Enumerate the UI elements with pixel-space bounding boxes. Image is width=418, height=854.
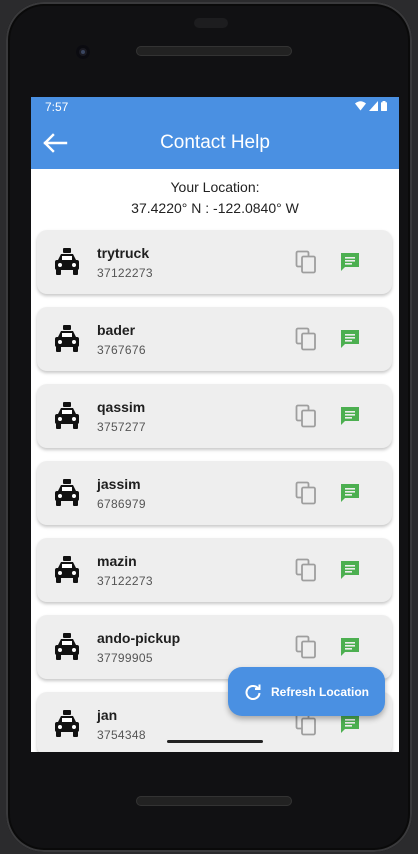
app-bar: Contact Help bbox=[31, 117, 399, 169]
location-panel: Your Location: 37.4220° N : -122.0840° W bbox=[31, 177, 399, 219]
contact-name: bader bbox=[97, 322, 136, 338]
contact-card[interactable]: mazin 37122273 bbox=[37, 538, 392, 602]
contact-phone: 37122273 bbox=[97, 574, 153, 588]
contact-name: ando-pickup bbox=[97, 630, 181, 646]
status-icons bbox=[355, 101, 387, 111]
taxi-icon bbox=[55, 556, 79, 583]
refresh-location-label: Refresh Location bbox=[271, 684, 370, 699]
contact-name: jassim bbox=[97, 476, 141, 492]
taxi-icon bbox=[55, 633, 79, 660]
earpiece-speaker bbox=[194, 18, 228, 28]
contact-phone: 3767676 bbox=[97, 343, 146, 357]
contact-card[interactable]: qassim 3757277 bbox=[37, 384, 392, 448]
refresh-location-button[interactable]: Refresh Location bbox=[228, 667, 385, 716]
message-icon[interactable] bbox=[339, 636, 361, 658]
location-coordinates: 37.4220° N : -122.0840° W bbox=[131, 200, 299, 216]
phone-frame: 7:57 Contact Help Your Location: 37.4220… bbox=[6, 2, 412, 852]
message-icon[interactable] bbox=[339, 713, 361, 735]
bottom-speaker-grille bbox=[136, 796, 292, 806]
copy-icon[interactable] bbox=[295, 327, 317, 351]
top-speaker-grille bbox=[136, 46, 292, 56]
contact-card[interactable]: bader 3767676 bbox=[37, 307, 392, 371]
contact-phone: 6786979 bbox=[97, 497, 146, 511]
contact-phone: 37122273 bbox=[97, 266, 153, 280]
message-icon[interactable] bbox=[339, 328, 361, 350]
taxi-icon bbox=[55, 325, 79, 352]
message-icon[interactable] bbox=[339, 251, 361, 273]
battery-icon bbox=[381, 101, 387, 111]
contact-name: mazin bbox=[97, 553, 137, 569]
copy-icon[interactable] bbox=[295, 558, 317, 582]
message-icon[interactable] bbox=[339, 405, 361, 427]
contact-name: trytruck bbox=[97, 245, 150, 261]
app-screen: 7:57 Contact Help Your Location: 37.4220… bbox=[31, 97, 399, 752]
taxi-icon bbox=[55, 402, 79, 429]
copy-icon[interactable] bbox=[295, 404, 317, 428]
copy-icon[interactable] bbox=[295, 481, 317, 505]
contact-phone: 3754348 bbox=[97, 728, 146, 742]
contact-phone: 3757277 bbox=[97, 420, 146, 434]
wifi-icon bbox=[355, 101, 366, 111]
copy-icon[interactable] bbox=[295, 250, 317, 274]
location-label: Your Location: bbox=[170, 179, 260, 195]
signal-icon bbox=[369, 101, 378, 111]
contact-card[interactable]: trytruck 37122273 bbox=[37, 230, 392, 294]
contact-card[interactable]: jassim 6786979 bbox=[37, 461, 392, 525]
refresh-icon bbox=[245, 684, 261, 700]
page-title: Contact Help bbox=[160, 132, 270, 153]
taxi-icon bbox=[55, 248, 79, 275]
contact-name: qassim bbox=[97, 399, 146, 415]
home-indicator[interactable] bbox=[167, 740, 263, 743]
status-time: 7:57 bbox=[45, 100, 69, 114]
taxi-icon bbox=[55, 710, 79, 737]
contact-phone: 37799905 bbox=[97, 651, 153, 665]
message-icon[interactable] bbox=[339, 482, 361, 504]
taxi-icon bbox=[55, 479, 79, 506]
copy-icon[interactable] bbox=[295, 635, 317, 659]
contact-name: jan bbox=[97, 707, 118, 723]
status-bar: 7:57 bbox=[31, 97, 399, 117]
front-camera bbox=[76, 45, 90, 59]
message-icon[interactable] bbox=[339, 559, 361, 581]
